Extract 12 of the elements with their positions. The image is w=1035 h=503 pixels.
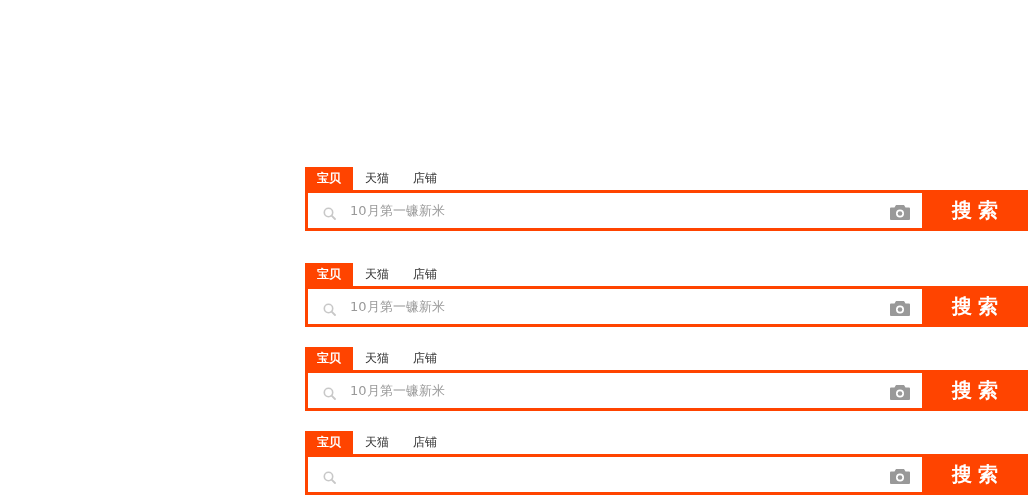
search-tab[interactable]: 天猫 (353, 263, 401, 286)
search-field[interactable]: 10月第一镰新米 (308, 373, 922, 408)
search-tab[interactable]: 天猫 (353, 347, 401, 370)
search-field[interactable] (308, 457, 922, 492)
search-tab[interactable]: 店铺 (401, 263, 449, 286)
search-tab[interactable]: 天猫 (353, 431, 401, 454)
search-tab[interactable]: 天猫 (353, 167, 401, 190)
search-field[interactable]: 10月第一镰新米 (308, 193, 922, 228)
search-field[interactable]: 10月第一镰新米 (308, 289, 922, 324)
search-tab[interactable]: 店铺 (401, 347, 449, 370)
search-tab[interactable]: 店铺 (401, 431, 449, 454)
search-tab[interactable]: 店铺 (401, 167, 449, 190)
